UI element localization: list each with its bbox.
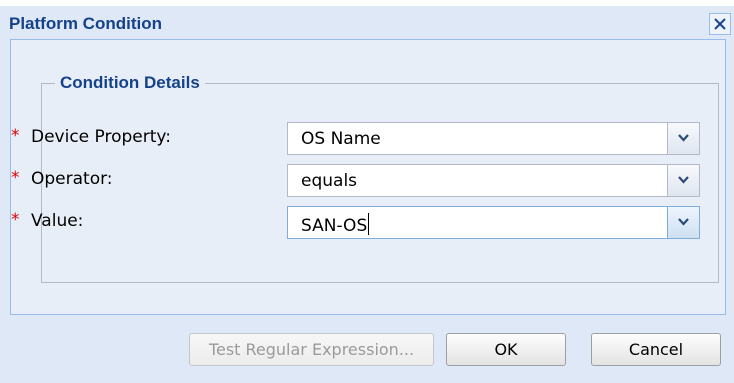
text-caret [368,213,370,235]
test-regular-expression-button[interactable]: Test Regular Expression... [189,333,434,366]
device-property-label: Device Property: [31,127,171,147]
platform-condition-dialog: Platform Condition Condition Details * D… [0,6,734,383]
operator-label: Operator: [31,169,113,189]
close-button[interactable] [709,13,731,35]
value-label: Value: [31,211,84,231]
dialog-titlebar[interactable]: Platform Condition [0,6,734,39]
value-text: SAN-OS [301,216,368,236]
value-dropdown-button[interactable] [667,207,699,238]
device-property-dropdown-button[interactable] [667,123,699,154]
device-property-combo[interactable]: OS Name [287,122,700,155]
operator-value: equals [301,171,358,191]
chevron-down-icon [678,176,689,184]
required-marker: * [11,210,20,230]
chevron-down-icon [678,134,689,142]
chevron-down-icon [678,218,689,226]
close-icon [714,18,726,30]
ok-button[interactable]: OK [446,333,566,366]
operator-combo[interactable]: equals [287,164,700,197]
operator-dropdown-button[interactable] [667,165,699,196]
device-property-value: OS Name [301,129,381,149]
value-input[interactable]: SAN-OS [301,213,370,236]
required-marker: * [11,168,20,188]
dialog-footer: Test Regular Expression... OK Cancel [0,315,734,383]
cancel-button[interactable]: Cancel [591,333,721,366]
condition-details-legend: Condition Details [60,73,200,92]
required-marker: * [11,126,20,146]
dialog-title: Platform Condition [9,14,162,33]
dialog-body: Condition Details * Device Property: OS … [10,39,726,315]
value-combo[interactable]: SAN-OS [287,206,700,239]
